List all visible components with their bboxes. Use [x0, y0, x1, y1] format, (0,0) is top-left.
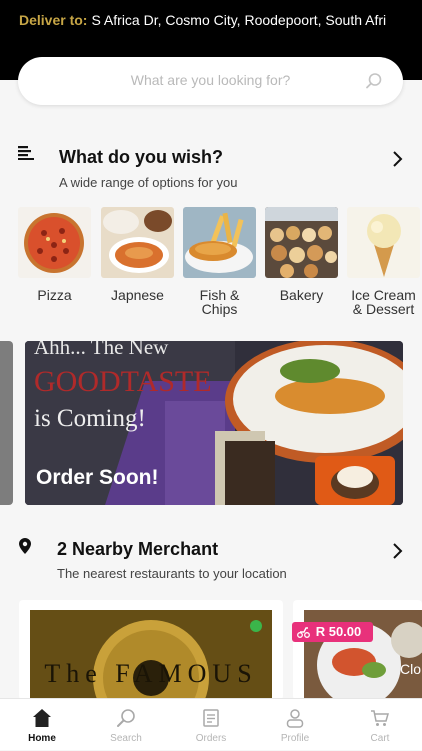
tab-label: Orders	[195, 733, 227, 744]
nearby-section-subtitle: The nearest restaurants to your location	[57, 566, 287, 581]
banner-cta: Order Soon!	[36, 466, 159, 489]
delivery-scooter-icon	[297, 627, 310, 638]
tab-label: Search	[110, 733, 142, 744]
search-placeholder: What are you looking for?	[130, 72, 291, 88]
cart-icon	[371, 710, 389, 726]
category-label: Pizza	[37, 287, 72, 303]
menu-list-icon	[18, 146, 34, 160]
fish-chips-image	[183, 207, 256, 278]
previous-banner-peek[interactable]	[0, 341, 13, 505]
pizza-image	[18, 207, 91, 278]
orders-icon	[203, 709, 219, 727]
tab-home[interactable]: Home	[0, 699, 84, 751]
deliver-to-label: Deliver to:	[19, 12, 88, 28]
deliver-to[interactable]: Deliver to: S Africa Dr, Cosmo City, Rood…	[19, 12, 422, 28]
merchant-logo-image: The FAMOUS	[30, 610, 272, 700]
tab-profile[interactable]: Profile	[253, 699, 337, 751]
price-badge: R 50.00	[292, 622, 373, 642]
merchant-partial-text: Clo	[400, 661, 421, 677]
tab-label: Cart	[370, 733, 390, 744]
bakery-image	[265, 207, 338, 278]
tab-label: Profile	[280, 733, 310, 744]
category-pizza[interactable]: Pizza	[18, 207, 91, 302]
merchant-card[interactable]: Clo	[293, 600, 422, 700]
search-icon	[366, 73, 382, 89]
japnese-food-image	[101, 207, 174, 278]
tab-orders[interactable]: Orders	[169, 699, 253, 751]
category-fish-chips[interactable]: Fish & Chips	[183, 207, 256, 316]
delivery-address: S Africa Dr, Cosmo City, Roodepoort, Sou…	[91, 12, 387, 28]
bottom-tab-bar: Home Search Orders Profile Cart	[0, 698, 422, 750]
category-japnese[interactable]: Japnese	[101, 207, 174, 302]
price-value: R 50.00	[315, 624, 362, 639]
profile-icon	[286, 709, 304, 728]
search-bar[interactable]: What are you looking for?	[18, 57, 403, 105]
category-label: Japnese	[111, 287, 164, 303]
merchant-card[interactable]: The FAMOUS	[19, 600, 283, 700]
home-icon	[33, 709, 51, 727]
category-label: Fish & Chips	[199, 287, 240, 317]
category-label: Bakery	[279, 287, 324, 303]
banner-line3: is Coming!	[34, 405, 146, 432]
merchant-logo-text: The FAMOUS	[44, 659, 257, 688]
category-bakery[interactable]: Bakery	[265, 207, 338, 302]
promo-banner[interactable]: Ahh... The New GOODTASTE is Coming! Orde…	[25, 341, 403, 505]
tab-label: Home	[28, 733, 56, 744]
location-pin-icon	[19, 538, 31, 554]
nearby-section-title: 2 Nearby Merchant	[57, 539, 219, 559]
tab-search[interactable]: Search	[84, 699, 168, 751]
wish-section-subtitle: A wide range of options for you	[59, 175, 238, 190]
banner-line2: GOODTASTE	[34, 365, 212, 398]
wish-see-all-chevron-icon[interactable]	[392, 151, 404, 167]
wish-section-title: What do you wish?	[59, 147, 223, 167]
ice-cream-image	[347, 207, 420, 278]
category-label: Ice Cream & Dessert	[351, 287, 416, 317]
nearby-see-all-chevron-icon[interactable]	[392, 543, 404, 559]
tab-cart[interactable]: Cart	[338, 699, 422, 751]
search-icon	[117, 709, 135, 727]
banner-line1: Ahh... The New	[34, 341, 169, 359]
category-ice-cream-dessert[interactable]: Ice Cream & Dessert	[347, 207, 420, 316]
